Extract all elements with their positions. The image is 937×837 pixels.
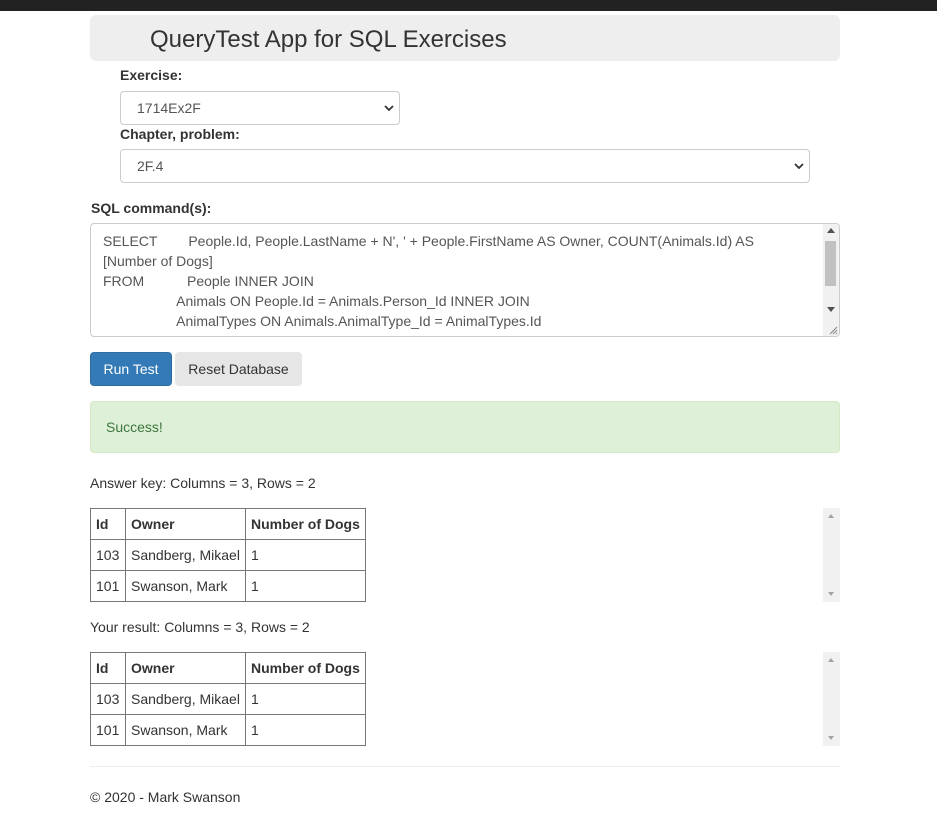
column-header: Owner — [125, 652, 246, 684]
answer-key-table: Id Owner Number of Dogs 103 Sandberg, Mi… — [90, 508, 366, 602]
exercise-select-value: 1714Ex2F — [137, 100, 201, 116]
scroll-up-icon[interactable] — [827, 228, 835, 233]
scroll-up-icon[interactable] — [828, 514, 834, 518]
table-cell: 1 — [245, 683, 366, 715]
table-row: 103 Sandberg, Mikael 1 — [90, 683, 366, 715]
table-header-row: Id Owner Number of Dogs — [90, 508, 366, 540]
table-cell: 101 — [90, 570, 126, 602]
chapter-select[interactable]: 2F.4 — [120, 149, 810, 183]
scroll-down-icon[interactable] — [828, 592, 834, 596]
table-cell: Sandberg, Mikael — [125, 683, 246, 715]
chevron-down-icon — [384, 105, 394, 112]
column-header: Number of Dogs — [245, 652, 366, 684]
your-result-scrollbar[interactable] — [823, 652, 840, 746]
table-cell: Swanson, Mark — [125, 714, 246, 746]
answer-key-scrollbar[interactable] — [823, 508, 840, 602]
sql-label: SQL command(s): — [91, 200, 212, 216]
column-header: Owner — [125, 508, 246, 540]
page-title: QueryTest App for SQL Exercises — [150, 26, 507, 53]
table-cell: 101 — [90, 714, 126, 746]
scroll-down-icon[interactable] — [827, 307, 835, 312]
column-header: Number of Dogs — [245, 508, 366, 540]
chevron-down-icon — [794, 163, 804, 170]
answer-key-summary: Answer key: Columns = 3, Rows = 2 — [90, 475, 316, 491]
sql-text: SELECT People.Id, People.LastName + N', … — [103, 233, 754, 336]
scroll-down-icon[interactable] — [828, 736, 834, 740]
your-result-table-container: Id Owner Number of Dogs 103 Sandberg, Mi… — [90, 652, 840, 746]
table-row: 101 Swanson, Mark 1 — [90, 570, 366, 602]
table-cell: 103 — [90, 683, 126, 715]
sql-textarea[interactable]: SELECT People.Id, People.LastName + N', … — [90, 223, 840, 337]
table-cell: Swanson, Mark — [125, 570, 246, 602]
resize-grip-icon[interactable] — [828, 325, 838, 335]
table-header-row: Id Owner Number of Dogs — [90, 652, 366, 684]
textarea-scrollbar[interactable] — [823, 224, 839, 336]
column-header: Id — [90, 652, 126, 684]
your-result-table: Id Owner Number of Dogs 103 Sandberg, Mi… — [90, 652, 366, 746]
your-result-summary: Your result: Columns = 3, Rows = 2 — [90, 619, 310, 635]
exercise-label: Exercise: — [120, 67, 183, 83]
app-header: QueryTest App for SQL Exercises — [90, 15, 840, 61]
table-cell: 1 — [245, 539, 366, 571]
success-alert: Success! — [90, 401, 840, 453]
table-row: 101 Swanson, Mark 1 — [90, 714, 366, 746]
table-row: 103 Sandberg, Mikael 1 — [90, 539, 366, 571]
column-header: Id — [90, 508, 126, 540]
exercise-select[interactable]: 1714Ex2F — [120, 91, 400, 125]
scroll-up-icon[interactable] — [828, 658, 834, 662]
reset-database-button[interactable]: Reset Database — [175, 352, 302, 386]
footer-text: © 2020 - Mark Swanson — [90, 789, 241, 805]
chapter-label: Chapter, problem: — [120, 126, 240, 142]
table-cell: 1 — [245, 714, 366, 746]
footer-divider — [90, 766, 840, 767]
scrollbar-thumb[interactable] — [825, 241, 836, 286]
table-cell: 103 — [90, 539, 126, 571]
table-cell: 1 — [245, 570, 366, 602]
run-test-button[interactable]: Run Test — [90, 352, 172, 386]
table-cell: Sandberg, Mikael — [125, 539, 246, 571]
alert-text: Success! — [106, 419, 163, 435]
chapter-select-value: 2F.4 — [137, 158, 164, 174]
browser-top-bar — [0, 0, 937, 11]
answer-key-table-container: Id Owner Number of Dogs 103 Sandberg, Mi… — [90, 508, 840, 602]
